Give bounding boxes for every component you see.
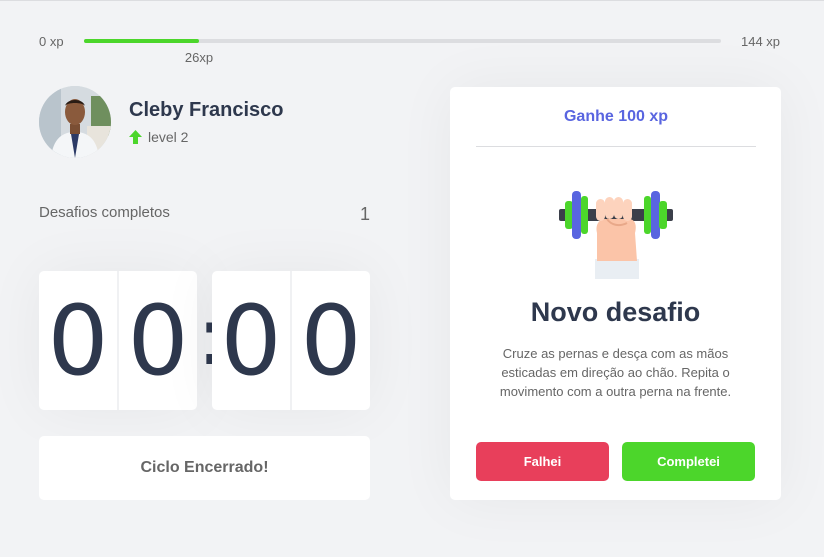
experience-min-label: 0 xp — [39, 34, 64, 49]
experience-track — [84, 39, 721, 43]
challenge-reward: Ganhe 100 xp — [476, 87, 756, 147]
countdown-separator: : — [197, 289, 224, 383]
cycle-ended-button[interactable]: Ciclo Encerrado! — [39, 436, 370, 500]
experience-current-label: 26xp — [184, 50, 214, 65]
challenge-description: Cruze as pernas e desça com as mãos esti… — [499, 346, 732, 399]
countdown: 0 0 : 0 0 — [39, 271, 370, 410]
countdown-minutes: 0 0 — [39, 271, 197, 410]
challenge-completed-button[interactable]: Completei — [622, 442, 755, 481]
experience-progress-fill — [84, 39, 199, 43]
experience-bar: 0 xp 26xp 144 xp — [0, 1, 824, 71]
dumbbell-icon — [559, 191, 673, 279]
countdown-second-right: 0 — [291, 271, 370, 410]
profile-level: level 2 — [129, 129, 284, 145]
completed-challenges-label: Desafios completos — [39, 204, 170, 221]
challenge-title: Novo desafio — [530, 297, 701, 327]
level-up-icon — [129, 130, 142, 144]
completed-challenges-count: 1 — [359, 204, 370, 224]
countdown-minute-left: 0 — [39, 271, 118, 410]
countdown-minute-right: 0 — [118, 271, 197, 410]
profile: Cleby Francisco level 2 — [39, 86, 284, 158]
challenge-card: Ganhe 100 xp Novo desafio Cruze as perna… — [450, 87, 781, 500]
challenge-failed-button[interactable]: Falhei — [476, 442, 609, 481]
profile-name: Cleby Francisco — [129, 99, 284, 121]
avatar — [39, 86, 111, 158]
profile-level-label: level 2 — [148, 129, 189, 145]
profile-photo — [39, 86, 111, 158]
experience-max-label: 144 xp — [741, 34, 781, 49]
countdown-seconds: 0 0 — [212, 271, 370, 410]
completed-challenges: Desafios completos 1 — [39, 204, 370, 225]
countdown-second-left: 0 — [212, 271, 291, 410]
